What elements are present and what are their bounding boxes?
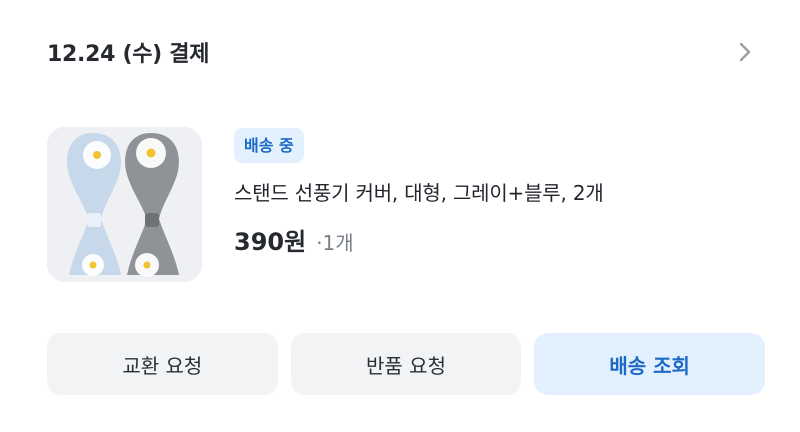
track-delivery-button[interactable]: 배송 조회	[534, 333, 766, 395]
product-name[interactable]: 스탠드 선풍기 커버, 대형, 그레이+블루, 2개	[234, 177, 604, 206]
product-quantity: ·1개	[316, 231, 354, 255]
product-thumbnail[interactable]	[47, 127, 202, 282]
product-price: 390원	[234, 228, 307, 256]
exchange-request-button[interactable]: 교환 요청	[47, 333, 278, 395]
chevron-right-icon[interactable]	[733, 40, 757, 64]
price-row: 390원 ·1개	[234, 222, 604, 257]
return-request-button[interactable]: 반품 요청	[290, 333, 522, 395]
product-info: 배송 중 스탠드 선풍기 커버, 대형, 그레이+블루, 2개 390원 ·1개	[234, 127, 604, 283]
order-date-label: 12.24 (수) 결제	[47, 42, 210, 67]
order-actions: 교환 요청 반품 요청 배송 조회	[47, 333, 766, 395]
product-card[interactable]: 배송 중 스탠드 선풍기 커버, 대형, 그레이+블루, 2개 390원 ·1개	[47, 127, 757, 283]
order-header[interactable]: 12.24 (수) 결제	[47, 32, 757, 72]
status-badge: 배송 중	[234, 128, 304, 163]
